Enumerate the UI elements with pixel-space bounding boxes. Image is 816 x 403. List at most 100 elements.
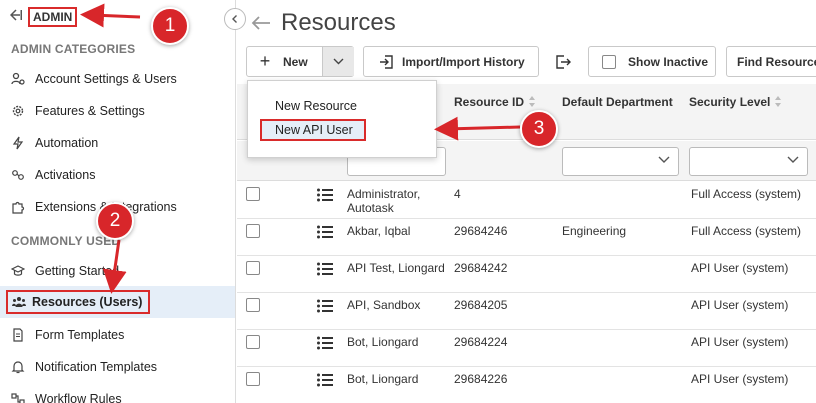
row-checkbox[interactable]	[246, 298, 260, 312]
context-menu-icon[interactable]	[317, 262, 333, 276]
context-menu-icon[interactable]	[317, 336, 333, 350]
puzzle-icon	[11, 200, 25, 214]
cell-name: Akbar, Iqbal	[347, 224, 411, 238]
column-header-security-level[interactable]: Security Level	[689, 95, 782, 109]
sidebar-item-label: Account Settings & Users	[35, 72, 177, 86]
chevron-down-icon	[658, 156, 670, 163]
chevron-down-icon	[333, 58, 344, 65]
graduation-cap-icon	[11, 264, 25, 278]
gear-icon	[11, 104, 25, 118]
table-row[interactable]: Bot, Liongard 29684226 API User (system)	[237, 367, 816, 403]
sidebar-item-notification-templates[interactable]: Notification Templates	[0, 351, 235, 383]
sidebar-item-label: Workflow Rules	[35, 392, 122, 403]
cell-name: API Test, Liongard	[347, 261, 445, 275]
find-resource-button[interactable]: Find Resource	[726, 46, 816, 77]
callout-3: 3	[520, 110, 558, 148]
sidebar-item-workflow-rules[interactable]: Workflow Rules	[0, 383, 235, 403]
sidebar-item-automation[interactable]: Automation	[0, 127, 235, 159]
sidebar-item-label: Getting Started	[35, 264, 120, 278]
bell-icon	[11, 360, 25, 374]
sort-icon	[529, 96, 536, 108]
sidebar-item-form-templates[interactable]: Form Templates	[0, 319, 235, 351]
back-arrow-icon[interactable]	[10, 8, 24, 22]
back-arrow-icon[interactable]	[251, 15, 271, 31]
sidebar-top: ADMIN	[0, 0, 235, 36]
section-admin-categories: ADMIN CATEGORIES	[11, 42, 136, 56]
cell-name: Bot, Liongard	[347, 335, 419, 349]
sidebar-item-label: Features & Settings	[35, 104, 145, 118]
activations-icon	[11, 168, 25, 182]
flow-icon	[11, 392, 25, 403]
import-icon	[372, 54, 402, 70]
column-header-resource-id[interactable]: Resource ID	[454, 95, 536, 109]
new-dropdown-menu: New Resource New API User	[247, 80, 437, 158]
admin-label[interactable]: ADMIN	[28, 7, 78, 27]
cell-security-level: API User (system)	[691, 298, 789, 312]
new-button-label: New	[283, 54, 308, 69]
cell-security-level: Full Access (system)	[691, 187, 802, 201]
callout-2: 2	[96, 202, 134, 240]
context-menu-icon[interactable]	[317, 373, 333, 387]
sidebar-item-resources-users[interactable]: Resources (Users)	[0, 286, 235, 318]
cell-department: Engineering	[562, 224, 627, 238]
cell-name: Administrator, Autotask	[347, 187, 421, 215]
sort-icon	[775, 96, 782, 108]
sidebar-item-label: Form Templates	[35, 328, 125, 342]
cell-security-level: Full Access (system)	[691, 224, 802, 238]
context-menu-icon[interactable]	[317, 299, 333, 313]
bolt-icon	[11, 136, 25, 150]
table-row[interactable]: API, Sandbox 29684205 API User (system)	[237, 293, 816, 330]
cell-name: API, Sandbox	[347, 298, 421, 312]
show-inactive-checkbox[interactable]	[602, 54, 616, 69]
row-checkbox[interactable]	[246, 335, 260, 349]
cell-security-level: API User (system)	[691, 261, 789, 275]
sidebar-item-label: Activations	[35, 168, 96, 182]
cell-security-level: API User (system)	[691, 335, 789, 349]
cell-resource-id: 29684226	[454, 372, 508, 386]
callout-1: 1	[151, 7, 189, 45]
menu-item-new-api-user[interactable]: New API User	[260, 119, 366, 141]
department-filter-select[interactable]	[562, 147, 679, 176]
new-dropdown-toggle[interactable]	[322, 47, 354, 76]
users-icon	[12, 295, 26, 309]
table-row[interactable]: API Test, Liongard 29684242 API User (sy…	[237, 256, 816, 293]
row-checkbox[interactable]	[246, 187, 260, 201]
user-gear-icon	[11, 72, 25, 86]
sidebar-item-activations[interactable]: Activations	[0, 159, 235, 191]
sidebar-item-label: Automation	[35, 136, 99, 150]
table-row[interactable]: Akbar, Iqbal 29684246 Engineering Full A…	[237, 219, 816, 256]
sidebar-item-features-settings[interactable]: Features & Settings	[0, 95, 235, 127]
new-button[interactable]: + New	[246, 46, 354, 77]
row-checkbox[interactable]	[246, 372, 260, 386]
context-menu-icon[interactable]	[317, 188, 333, 202]
row-checkbox[interactable]	[246, 224, 260, 238]
context-menu-icon[interactable]	[317, 225, 333, 239]
column-header-default-department[interactable]: Default Department	[562, 95, 673, 109]
table-row[interactable]: Administrator, Autotask 4 Full Access (s…	[237, 182, 816, 219]
show-inactive-label: Show Inactive	[628, 54, 709, 69]
export-icon[interactable]	[555, 54, 571, 70]
sidebar-item-label: Notification Templates	[35, 360, 158, 374]
cell-name: Bot, Liongard	[347, 372, 419, 386]
cell-security-level: API User (system)	[691, 372, 789, 386]
cell-resource-id: 29684224	[454, 335, 508, 349]
chevron-down-icon	[787, 156, 799, 163]
document-icon	[11, 328, 25, 342]
sidebar-item-account-settings[interactable]: Account Settings & Users	[0, 63, 235, 95]
main-content: Resources + New Import/Import History Sh…	[237, 0, 816, 403]
cell-resource-id: 29684205	[454, 298, 508, 312]
collapse-sidebar-button[interactable]	[224, 8, 246, 30]
security-level-filter-select[interactable]	[689, 147, 808, 176]
cell-resource-id: 4	[454, 187, 461, 201]
find-resource-label: Find Resource	[737, 54, 816, 69]
chevron-left-icon	[232, 15, 237, 23]
sidebar-item-getting-started[interactable]: Getting Started	[0, 255, 235, 287]
import-button[interactable]: Import/Import History	[363, 46, 539, 77]
table-row[interactable]: Bot, Liongard 29684224 API User (system)	[237, 330, 816, 367]
cell-resource-id: 29684242	[454, 261, 508, 275]
row-checkbox[interactable]	[246, 261, 260, 275]
page-title: Resources	[281, 9, 396, 36]
show-inactive-toggle[interactable]: Show Inactive	[588, 46, 716, 77]
plus-icon: +	[259, 51, 271, 71]
menu-item-new-resource[interactable]: New Resource	[260, 95, 418, 117]
